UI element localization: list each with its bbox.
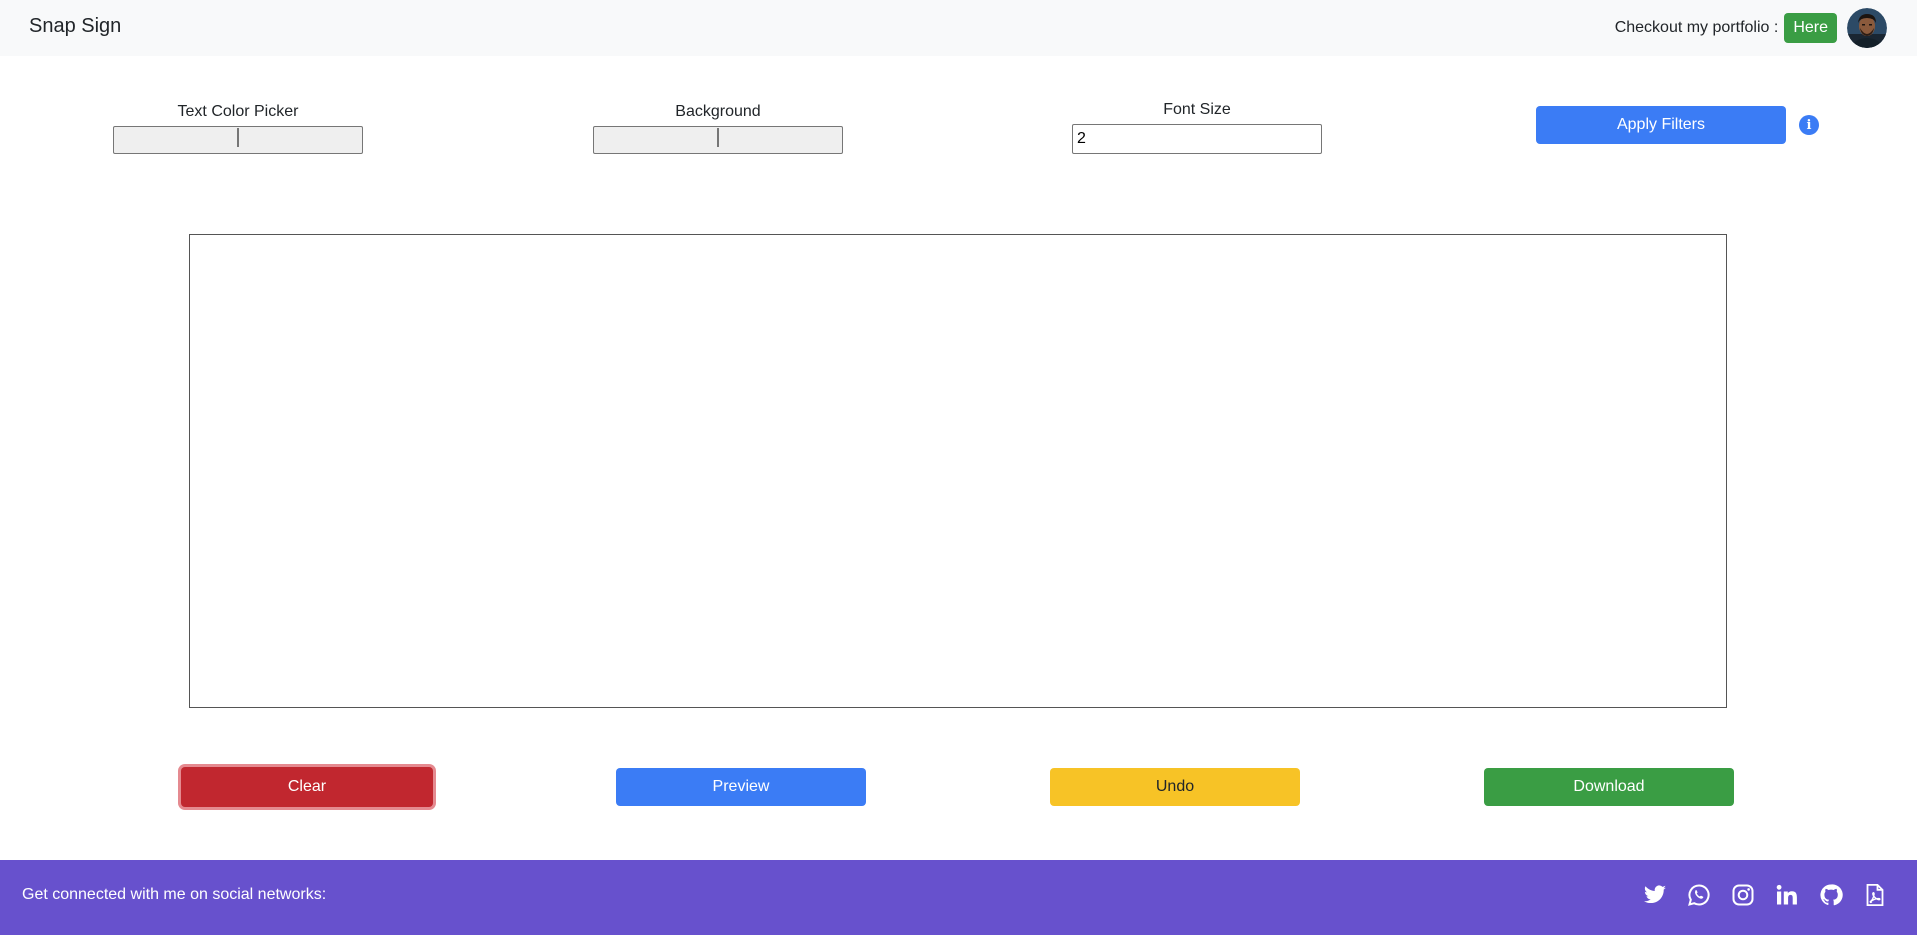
background-color-label: Background <box>675 103 761 120</box>
font-size-group: Font Size <box>1071 98 1323 154</box>
undo-button[interactable]: Undo <box>1050 768 1300 806</box>
clear-button[interactable]: Clear <box>181 767 433 807</box>
linkedin-icon[interactable] <box>1775 883 1799 907</box>
github-icon[interactable] <box>1819 883 1843 907</box>
avatar-image <box>1847 8 1887 48</box>
portfolio-here-button[interactable]: Here <box>1784 13 1837 43</box>
text-color-group: Text Color Picker <box>112 100 364 154</box>
footer-text: Get connected with me on social networks… <box>22 886 327 903</box>
instagram-icon[interactable] <box>1731 883 1755 907</box>
brand-title[interactable]: Snap Sign <box>29 15 121 38</box>
info-icon[interactable]: i <box>1799 115 1819 135</box>
font-size-label: Font Size <box>1163 101 1231 118</box>
signature-canvas[interactable] <box>189 234 1727 708</box>
pdf-file-icon[interactable] <box>1863 883 1887 907</box>
footer: Get connected with me on social networks… <box>0 860 1917 935</box>
text-color-picker[interactable] <box>113 126 363 154</box>
portfolio-text: Checkout my portfolio : <box>1614 19 1779 36</box>
navbar-right: Checkout my portfolio : Here <box>1615 8 1887 48</box>
navbar: Snap Sign Checkout my portfolio : Here <box>0 0 1917 56</box>
whatsapp-icon[interactable] <box>1687 883 1711 907</box>
apply-filters-button[interactable]: Apply Filters <box>1536 106 1786 144</box>
text-color-label: Text Color Picker <box>177 103 299 120</box>
font-size-input[interactable] <box>1072 124 1322 154</box>
background-color-group: Background <box>592 100 844 154</box>
background-color-swatch <box>717 128 719 147</box>
download-button[interactable]: Download <box>1484 768 1734 806</box>
twitter-icon[interactable] <box>1643 883 1667 907</box>
social-links <box>1643 883 1887 907</box>
text-color-swatch <box>237 128 239 147</box>
preview-button[interactable]: Preview <box>616 768 866 806</box>
avatar[interactable] <box>1847 8 1887 48</box>
background-color-picker[interactable] <box>593 126 843 154</box>
